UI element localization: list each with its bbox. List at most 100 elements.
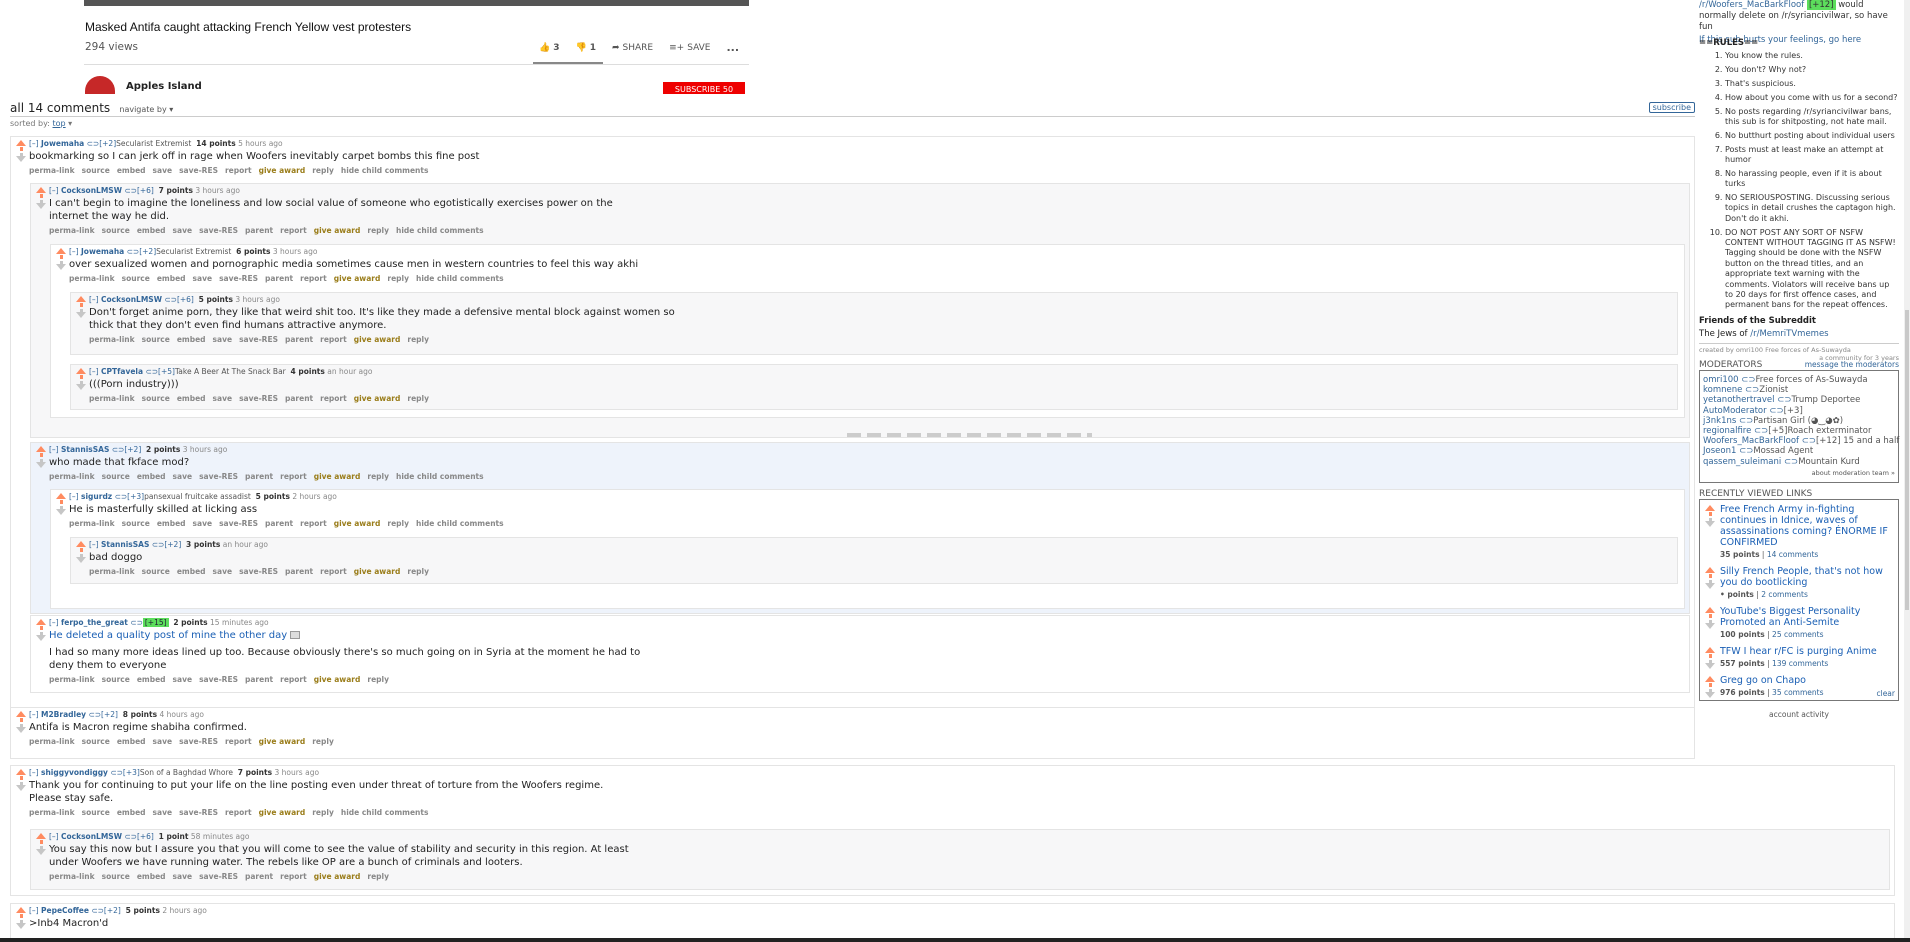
recently-viewed-comments[interactable]: 14 comments: [1767, 550, 1818, 559]
comment-button-reply[interactable]: reply: [312, 166, 334, 175]
comment-button-parent[interactable]: parent: [265, 519, 293, 528]
comment-button-hide-child-comments[interactable]: hide child comments: [396, 226, 484, 235]
more-button[interactable]: ...: [727, 41, 740, 54]
message-mods-link[interactable]: message the moderators: [1805, 360, 1899, 369]
comment-button-give-award[interactable]: give award: [354, 394, 401, 403]
recently-viewed-title[interactable]: Free French Army in-fighting continues i…: [1720, 504, 1888, 548]
account-activity-link[interactable]: account activity: [1699, 710, 1899, 719]
comment-button-perma-link[interactable]: perma-link: [69, 274, 115, 283]
comment-button-perma-link[interactable]: perma-link: [29, 737, 75, 746]
moderator-name[interactable]: j3nk1ns: [1703, 416, 1736, 426]
collapse-toggle[interactable]: [–]: [89, 367, 99, 376]
moderator-name[interactable]: AutoModerator: [1703, 406, 1767, 416]
comment-button-save-res[interactable]: save-RES: [179, 808, 218, 817]
comment-button-parent[interactable]: parent: [265, 274, 293, 283]
moderator-name[interactable]: omri100: [1703, 375, 1739, 385]
comment-button-give-award[interactable]: give award: [259, 808, 306, 817]
comment-button-embed[interactable]: embed: [117, 166, 146, 175]
downvote-icon[interactable]: [36, 849, 46, 855]
comment-button-hide-child-comments[interactable]: hide child comments: [341, 808, 429, 817]
collapse-toggle[interactable]: [–]: [69, 492, 79, 501]
comment-button-reply[interactable]: reply: [387, 274, 409, 283]
comment-button-save[interactable]: save: [173, 226, 193, 235]
comment-button-source[interactable]: source: [122, 519, 150, 528]
comment-author[interactable]: PepeCoffee: [41, 906, 89, 915]
comment-button-reply[interactable]: reply: [367, 872, 389, 881]
downvote-icon[interactable]: [76, 557, 86, 563]
moderator-name[interactable]: Joseon1: [1703, 446, 1736, 456]
comment-button-save-res[interactable]: save-RES: [239, 567, 278, 576]
moderator-name[interactable]: komnene: [1703, 385, 1742, 395]
comment-button-source[interactable]: source: [82, 737, 110, 746]
comment-button-perma-link[interactable]: perma-link: [89, 567, 135, 576]
downvote-icon[interactable]: [56, 509, 66, 515]
comment-button-source[interactable]: source: [102, 226, 130, 235]
clear-button[interactable]: clear: [1876, 689, 1895, 698]
upvote-icon[interactable]: [1705, 607, 1715, 613]
comment-button-save[interactable]: save: [213, 567, 233, 576]
like-button[interactable]: 👍 3: [539, 43, 559, 53]
upvote-icon[interactable]: [1705, 505, 1715, 511]
moderator-name[interactable]: regionalfire: [1703, 426, 1751, 436]
comment-button-give-award[interactable]: give award: [259, 166, 306, 175]
comment-button-reply[interactable]: reply: [387, 519, 409, 528]
recently-viewed-title[interactable]: Greg go on Chapo: [1720, 675, 1806, 686]
comment-button-give-award[interactable]: give award: [314, 872, 361, 881]
comment-button-hide-child-comments[interactable]: hide child comments: [396, 472, 484, 481]
comment-button-report[interactable]: report: [320, 335, 347, 344]
comment-button-save[interactable]: save: [213, 335, 233, 344]
comment-author[interactable]: StannisSAS: [61, 445, 109, 454]
comment-button-save-res[interactable]: save-RES: [199, 675, 238, 684]
downvote-icon[interactable]: [16, 923, 26, 929]
comment-button-perma-link[interactable]: perma-link: [49, 872, 95, 881]
upvote-icon[interactable]: [76, 368, 86, 374]
recently-viewed-title[interactable]: TFW I hear r/FC is purging Anime: [1720, 646, 1877, 657]
collapse-toggle[interactable]: [–]: [29, 139, 39, 148]
upvote-icon[interactable]: [56, 248, 66, 254]
comment-author[interactable]: sigurdz: [81, 492, 112, 501]
comment-button-embed[interactable]: embed: [137, 472, 166, 481]
comment-button-reply[interactable]: reply: [407, 394, 429, 403]
downvote-icon[interactable]: [36, 203, 46, 209]
collapse-toggle[interactable]: [–]: [69, 247, 79, 256]
comment-button-save[interactable]: save: [153, 737, 173, 746]
comment-button-save-res[interactable]: save-RES: [199, 226, 238, 235]
comment-button-save[interactable]: save: [193, 519, 213, 528]
recently-viewed-comments[interactable]: 2 comments: [1761, 590, 1808, 599]
comment-button-source[interactable]: source: [142, 335, 170, 344]
comment-button-embed[interactable]: embed: [177, 394, 206, 403]
comment-button-report[interactable]: report: [280, 226, 307, 235]
downvote-icon[interactable]: [56, 264, 66, 270]
comment-button-source[interactable]: source: [102, 472, 130, 481]
moderator-name[interactable]: qassem_suleimani: [1703, 457, 1781, 467]
comment-button-reply[interactable]: reply: [367, 675, 389, 684]
downvote-icon[interactable]: [1705, 521, 1715, 527]
upvote-icon[interactable]: [16, 907, 26, 913]
share-button[interactable]: ➦ SHARE: [612, 43, 653, 53]
upvote-icon[interactable]: [1705, 567, 1715, 573]
comment-button-embed[interactable]: embed: [137, 675, 166, 684]
upvote-icon[interactable]: [76, 296, 86, 302]
channel-avatar[interactable]: [85, 76, 115, 94]
comment-button-give-award[interactable]: give award: [354, 567, 401, 576]
downvote-icon[interactable]: [16, 785, 26, 791]
comment-button-give-award[interactable]: give award: [314, 226, 361, 235]
comment-button-report[interactable]: report: [320, 394, 347, 403]
comment-button-give-award[interactable]: give award: [354, 335, 401, 344]
recently-viewed-comments[interactable]: 139 comments: [1772, 659, 1828, 668]
comment-button-save-res[interactable]: save-RES: [219, 274, 258, 283]
upvote-icon[interactable]: [36, 833, 46, 839]
recently-viewed-title[interactable]: YouTube's Biggest Personality Promoted a…: [1720, 606, 1860, 628]
comment-button-save[interactable]: save: [153, 166, 173, 175]
comment-author[interactable]: Jowemaha: [41, 139, 84, 148]
collapse-toggle[interactable]: [–]: [49, 186, 59, 195]
comment-button-report[interactable]: report: [280, 472, 307, 481]
comment-button-give-award[interactable]: give award: [314, 675, 361, 684]
comment-button-embed[interactable]: embed: [157, 519, 186, 528]
scrollbar[interactable]: [1904, 0, 1910, 942]
comment-button-save-res[interactable]: save-RES: [199, 872, 238, 881]
friends-link[interactable]: /r/MemriTVmemes: [1750, 329, 1828, 339]
comment-author[interactable]: shiggyvondiggy: [41, 768, 108, 777]
upvote-icon[interactable]: [16, 140, 26, 146]
downvote-icon[interactable]: [16, 727, 26, 733]
